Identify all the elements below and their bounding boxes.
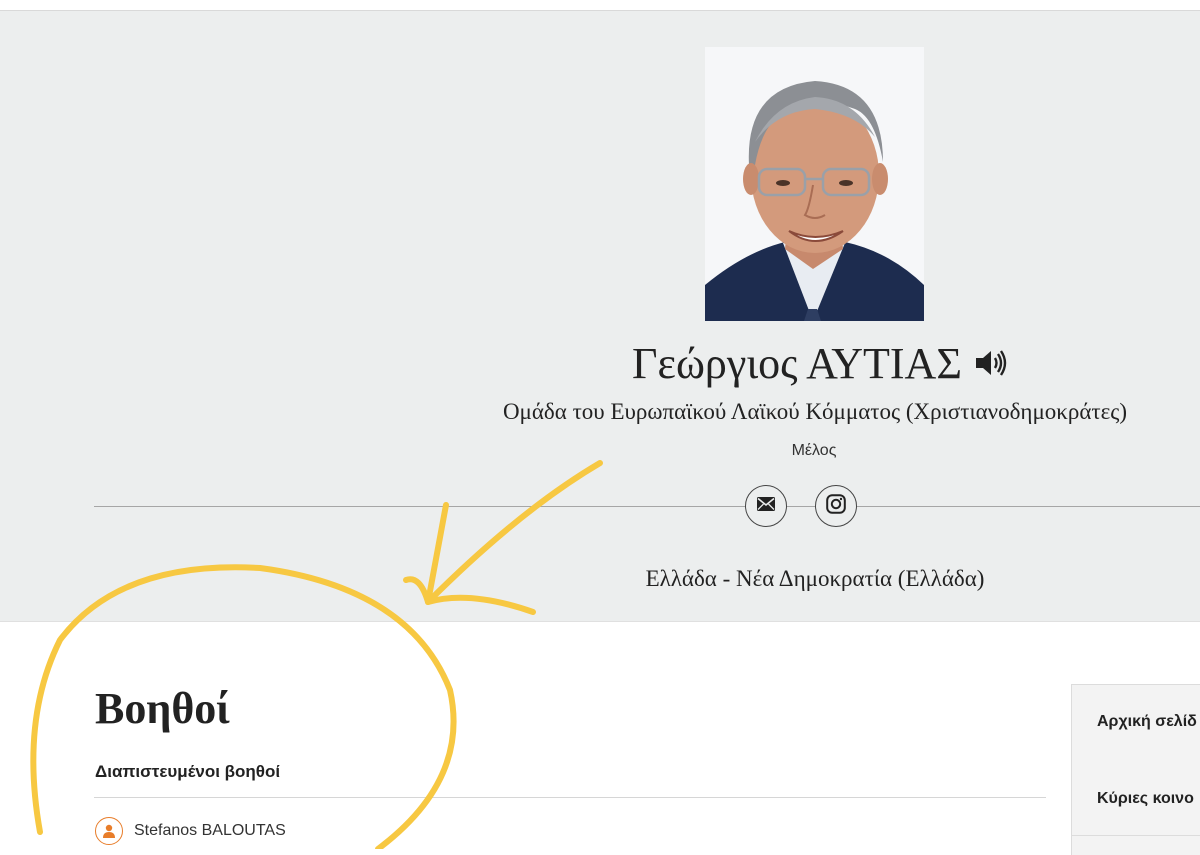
side-nav-item-main-activities[interactable]: Κύριες κοινο [1097,790,1194,808]
member-role: Μέλος [791,442,837,459]
header-divider [94,506,1200,507]
person-icon [95,817,123,845]
profile-header: Γεώργιος ΑΥΤΙΑΣ Ομάδα του Ευρωπαϊκού Λαϊ… [0,11,1200,622]
side-nav-item-home[interactable]: Αρχική σελίδ [1097,713,1197,731]
political-group: Ομάδα του Ευρωπαϊκού Λαϊκού Κόμματος (Χρ… [502,399,1128,424]
mep-name: Γεώργιος ΑΥΤΙΑΣ [560,338,1080,389]
assistants-divider [94,797,1046,798]
mep-portrait [705,47,924,321]
assistant-item: Stefanos BALOUTAS [95,817,286,845]
speaker-icon[interactable] [974,338,1008,389]
accredited-assistants-heading: Διαπιστευμένοι βοηθοί [95,762,281,781]
assistants-title: Βοηθοί [95,684,230,733]
top-border [0,0,1200,11]
assistant-name: Stefanos BALOUTAS [134,822,286,839]
country-party: Ελλάδα - Νέα Δημοκρατία (Ελλάδα) [645,566,985,591]
mep-name-text: Γεώργιος ΑΥΤΙΑΣ [632,339,962,388]
instagram-icon [826,493,846,519]
instagram-button[interactable] [815,485,857,527]
email-button[interactable] [745,485,787,527]
email-icon [757,496,775,516]
side-navigation: Αρχική σελίδ Κύριες κοινο [1071,684,1200,855]
side-nav-separator [1072,835,1200,836]
